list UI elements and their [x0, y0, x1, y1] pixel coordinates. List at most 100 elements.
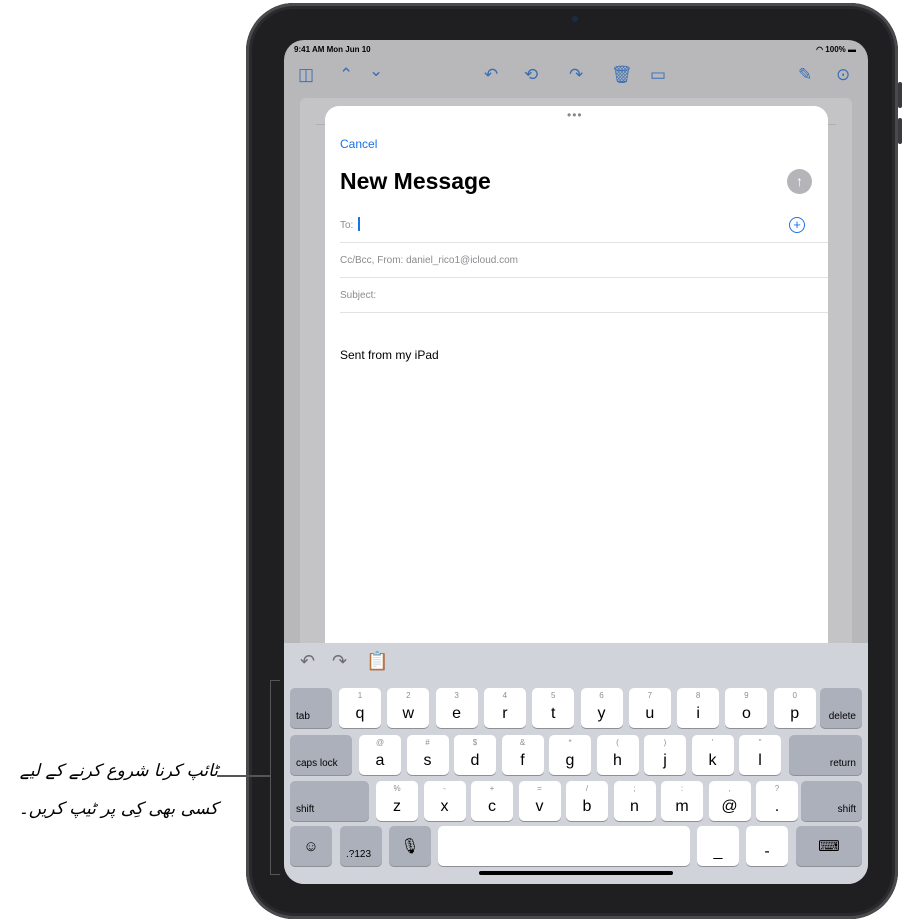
key-label: u [645, 705, 655, 722]
caps-lock-key[interactable]: caps lock [290, 735, 352, 775]
shift-right-key[interactable]: shift [801, 781, 862, 821]
key-hint: & [519, 738, 526, 747]
hide-keyboard-key[interactable]: ⌨ [796, 826, 862, 866]
key-at[interactable]: , @ [708, 781, 751, 821]
dictation-key[interactable]: 🎙 [389, 826, 431, 866]
battery-icon: ▬ [845, 45, 856, 54]
compose-icon[interactable]: ✎ [798, 62, 812, 88]
key-h[interactable]: (h [596, 735, 639, 775]
shift-left-key[interactable]: shift [290, 781, 369, 821]
callout-text: ٹائپ کرنا شروع کرنے کے لیے کسی بھی کِی پ… [18, 761, 218, 819]
key-label: .?123 [346, 849, 372, 860]
key-underscore[interactable]: _ [697, 826, 739, 866]
subject-field[interactable]: Subject: [340, 278, 828, 313]
key-s[interactable]: # s [406, 735, 449, 775]
home-indicator [479, 871, 673, 875]
key-e[interactable]: 3e [435, 688, 478, 728]
message-body[interactable]: Sent from my iPad [340, 348, 439, 362]
key-g[interactable]: * g [549, 735, 591, 775]
space-bar[interactable] [438, 826, 690, 866]
delete-key[interactable]: delete [820, 688, 862, 728]
key-label: t [550, 705, 556, 722]
numbers-key[interactable]: .?123 [340, 826, 382, 866]
status-time: 9:41 AM Mon Jun 10 [294, 45, 371, 54]
to-label: To: [340, 220, 354, 231]
key-f[interactable]: & f [501, 735, 544, 775]
reply-all-icon[interactable]: ⟲ [524, 62, 538, 88]
more-icon[interactable]: ⊙ [836, 62, 850, 88]
key-o[interactable]: 9o [725, 688, 768, 728]
microphone-icon: 🎙 [400, 838, 420, 855]
key-label: a [375, 752, 385, 769]
key-c[interactable]: + c [471, 781, 513, 821]
key-q[interactable]: 1q [339, 688, 381, 728]
key-period[interactable]: ?. [756, 781, 798, 821]
key-label: l [758, 752, 762, 769]
volume-up-button [898, 82, 902, 108]
forward-icon[interactable]: ↷ [569, 62, 583, 88]
key-label: f [520, 752, 525, 769]
emoji-icon: ☺ [303, 837, 319, 855]
key-x[interactable]: -x [423, 781, 466, 821]
tab-key[interactable]: tab [290, 688, 332, 728]
arrow-up-icon: ↑ [796, 173, 803, 189]
key-label: _ [713, 843, 723, 860]
key-w[interactable]: 2w [387, 688, 430, 728]
key-r[interactable]: 4r [483, 688, 526, 728]
key-k[interactable]: ' k [691, 735, 734, 775]
key-l[interactable]: " l [739, 735, 781, 775]
key-label: q [355, 705, 365, 722]
cancel-button[interactable]: Cancel [340, 137, 377, 151]
key-i[interactable]: 8i [677, 688, 720, 728]
key-dash[interactable]: - [746, 826, 788, 866]
key-z[interactable]: % z [376, 781, 418, 821]
chevron-up-icon[interactable]: ⌃ [339, 62, 353, 88]
key-hint: / [585, 784, 589, 793]
key-p[interactable]: 0p [773, 688, 816, 728]
sheet-grabber[interactable]: ••• [567, 108, 583, 122]
key-hint: # [425, 738, 430, 747]
key-v[interactable]: = v [518, 781, 561, 821]
cc-bcc-from-field[interactable]: Cc/Bcc, From: daniel_rico1@icloud.com [340, 243, 828, 278]
key-j[interactable]: ) j [644, 735, 686, 775]
emoji-key[interactable]: ☺ [290, 826, 332, 866]
key-label: b [582, 798, 592, 815]
keyboard-shortcut-bar: ↶ ↷ 📋 [284, 643, 868, 681]
undo-icon[interactable]: ↶ [300, 651, 315, 672]
chevron-down-icon[interactable]: ⌄ [369, 58, 383, 84]
key-label: w [402, 705, 415, 722]
key-n[interactable]: ; n [613, 781, 656, 821]
key-label: p [790, 705, 800, 722]
key-label: shift [296, 804, 315, 815]
add-contact-icon[interactable]: + [789, 217, 805, 233]
key-a[interactable]: @ a [359, 735, 401, 775]
key-m[interactable]: :m [661, 781, 703, 821]
key-label: caps lock [296, 758, 338, 769]
mail-toolbar: ◫ ⌃ ⌄ ↶ ⟲ ↷ 🗑 ▭ ✎ ⊙ [284, 61, 868, 92]
return-key[interactable]: return [789, 735, 862, 775]
key-label: delete [828, 711, 856, 722]
key-u[interactable]: 7u [628, 688, 671, 728]
key-label: tab [296, 711, 310, 722]
volume-down-button [898, 118, 902, 144]
sidebar-icon[interactable]: ◫ [298, 62, 314, 88]
key-d[interactable]: $ d [454, 735, 496, 775]
wifi-icon: ◠ [816, 45, 826, 54]
to-field[interactable]: To: + [340, 208, 828, 243]
paste-icon[interactable]: 📋 [366, 651, 388, 672]
key-label: g [565, 752, 575, 769]
key-label: h [613, 752, 622, 769]
battery-indicator: ◠ 100% ▬ [816, 45, 856, 54]
reply-icon[interactable]: ↶ [484, 62, 498, 88]
key-label: return [829, 758, 856, 769]
send-button[interactable]: ↑ [787, 169, 812, 194]
key-label: shift [837, 804, 856, 815]
key-t[interactable]: 5t [532, 688, 575, 728]
folder-icon[interactable]: ▭ [650, 62, 666, 88]
key-b[interactable]: / b [566, 781, 608, 821]
key-hint: ; [633, 784, 636, 793]
redo-icon[interactable]: ↷ [332, 651, 347, 672]
trash-icon[interactable]: 🗑 [611, 62, 633, 88]
key-y[interactable]: 6y [580, 688, 623, 728]
status-bar: 9:41 AM Mon Jun 10 ◠ 100% ▬ [284, 40, 868, 58]
